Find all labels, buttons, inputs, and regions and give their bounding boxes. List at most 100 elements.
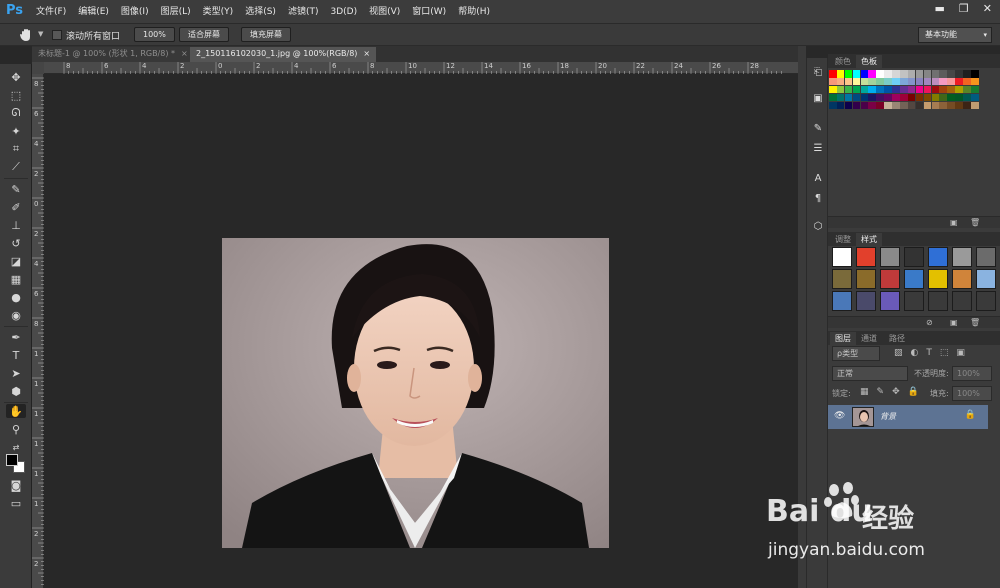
- style-preset[interactable]: [880, 247, 900, 267]
- color-swatch[interactable]: [907, 77, 916, 86]
- color-swatch[interactable]: [836, 93, 845, 102]
- lock-move-icon[interactable]: ✥: [892, 387, 900, 397]
- color-swatch[interactable]: [892, 101, 900, 110]
- ruler-corner[interactable]: [32, 62, 44, 74]
- color-swatch[interactable]: [876, 77, 884, 86]
- style-preset[interactable]: [832, 247, 852, 267]
- close-tab-icon[interactable]: ×: [363, 49, 370, 58]
- tab-photo[interactable]: 2_150116102030_1.jpg @ 100%(RGB/8) ×: [190, 47, 377, 62]
- color-swatch[interactable]: [836, 101, 845, 110]
- color-swatch[interactable]: [852, 85, 861, 94]
- magic-wand-tool-icon[interactable]: ✦: [9, 124, 23, 138]
- style-preset[interactable]: [928, 269, 948, 289]
- color-swatch[interactable]: [963, 77, 971, 86]
- style-preset[interactable]: [976, 269, 996, 289]
- color-swatch[interactable]: [947, 70, 955, 78]
- maximize-button[interactable]: ❐: [959, 2, 969, 15]
- color-swatch[interactable]: [884, 70, 892, 78]
- dodge-tool-icon[interactable]: ◉: [9, 308, 23, 322]
- brush-tool-icon[interactable]: ✐: [9, 200, 23, 214]
- quick-mask-icon[interactable]: ◙: [9, 478, 23, 492]
- color-swatch[interactable]: [836, 85, 845, 94]
- color-swatch[interactable]: [892, 85, 900, 94]
- color-swatch[interactable]: [947, 77, 955, 86]
- color-swatch[interactable]: [884, 85, 892, 94]
- menu-filter[interactable]: 滤镜(T): [288, 0, 325, 24]
- color-swatch[interactable]: [844, 93, 853, 102]
- lock-all-icon[interactable]: 🔒: [908, 387, 919, 397]
- color-swatch[interactable]: [844, 85, 853, 94]
- color-swatch[interactable]: [876, 85, 884, 94]
- menu-layer[interactable]: 图层(L): [161, 0, 197, 24]
- color-swatch[interactable]: [836, 77, 845, 86]
- filter-pixel-icon[interactable]: ▨: [894, 348, 903, 358]
- color-swatch[interactable]: [868, 101, 876, 110]
- color-swatch[interactable]: [955, 77, 963, 86]
- color-swatch[interactable]: [868, 85, 876, 94]
- color-swatch[interactable]: [915, 70, 924, 78]
- color-swatch[interactable]: [829, 70, 837, 78]
- color-swatch[interactable]: [876, 93, 884, 102]
- color-swatch[interactable]: [923, 70, 932, 78]
- color-swatch[interactable]: [939, 93, 947, 102]
- brush-panel-icon[interactable]: ☰: [810, 142, 826, 156]
- style-preset[interactable]: [856, 269, 876, 289]
- color-swatch[interactable]: [884, 101, 892, 110]
- color-swatch[interactable]: [923, 101, 932, 110]
- ruler-vertical[interactable]: 8 6 4 2 0 2 4 6 8 1 1 1 1 1 1 2 2: [32, 74, 44, 588]
- color-swatch[interactable]: [852, 70, 861, 78]
- style-preset[interactable]: [856, 291, 876, 311]
- filter-shape-icon[interactable]: ⬚: [940, 348, 949, 358]
- color-swatch[interactable]: [971, 77, 979, 86]
- layer-visibility-eye-icon[interactable]: 👁: [834, 411, 845, 421]
- menu-file[interactable]: 文件(F): [36, 0, 72, 24]
- history-panel-icon[interactable]: ⎗: [810, 66, 826, 80]
- portrait-photo[interactable]: [222, 238, 609, 548]
- color-swatch[interactable]: [923, 77, 932, 86]
- color-swatch[interactable]: [915, 101, 924, 110]
- color-swatch[interactable]: [829, 101, 837, 110]
- color-swatch[interactable]: [884, 93, 892, 102]
- fill-screen-button[interactable]: 填充屏幕: [241, 27, 291, 42]
- color-swatch[interactable]: [876, 101, 884, 110]
- swap-colors-icon[interactable]: ⇄: [9, 440, 23, 454]
- workspace-select[interactable]: 基本功能 ▾: [918, 27, 992, 43]
- style-preset[interactable]: [928, 247, 948, 267]
- move-tool-icon[interactable]: ✥: [9, 70, 23, 84]
- tab-styles[interactable]: 样式: [856, 233, 882, 246]
- scroll-all-windows-checkbox[interactable]: [52, 30, 62, 40]
- tab-paths[interactable]: 路径: [884, 332, 910, 345]
- tab-channels[interactable]: 通道: [856, 332, 882, 345]
- color-swatch[interactable]: [868, 93, 876, 102]
- tab-adjustments[interactable]: 调整: [830, 233, 856, 246]
- character-panel-icon[interactable]: A: [810, 172, 826, 186]
- color-swatch[interactable]: [963, 93, 971, 102]
- color-swatch[interactable]: [931, 101, 940, 110]
- color-swatch[interactable]: [923, 93, 932, 102]
- color-swatch[interactable]: [947, 93, 955, 102]
- style-preset[interactable]: [880, 291, 900, 311]
- color-swatch[interactable]: [860, 93, 869, 102]
- color-swatch[interactable]: [939, 70, 947, 78]
- color-swatch[interactable]: [892, 93, 900, 102]
- tab-swatches[interactable]: 色板: [856, 55, 882, 68]
- color-swatch[interactable]: [829, 85, 837, 94]
- style-preset[interactable]: [952, 269, 972, 289]
- color-swatch[interactable]: [939, 77, 947, 86]
- menu-select[interactable]: 选择(S): [245, 0, 282, 24]
- shape-tool-icon[interactable]: ⬢: [9, 384, 23, 398]
- color-swatch[interactable]: [829, 93, 837, 102]
- style-preset[interactable]: [904, 269, 924, 289]
- pen-tool-icon[interactable]: ✒: [9, 330, 23, 344]
- layer-row-background[interactable]: 👁 背景 🔒: [828, 405, 988, 429]
- ruler-horizontal[interactable]: 8 6 4 2 0 2 4 6 8 10 12 14 16 18 20 22 24 26 28: [44, 62, 798, 74]
- color-swatch[interactable]: [860, 77, 869, 86]
- foreground-color-swatch-top[interactable]: [6, 454, 18, 466]
- color-swatch[interactable]: [900, 93, 908, 102]
- color-swatch[interactable]: [868, 70, 876, 78]
- layer-filter-select[interactable]: ρ类型: [832, 346, 880, 361]
- color-swatch[interactable]: [939, 101, 947, 110]
- color-swatch[interactable]: [907, 70, 916, 78]
- opacity-field[interactable]: 100%: [952, 366, 992, 381]
- paragraph-panel-icon[interactable]: ¶: [810, 192, 826, 206]
